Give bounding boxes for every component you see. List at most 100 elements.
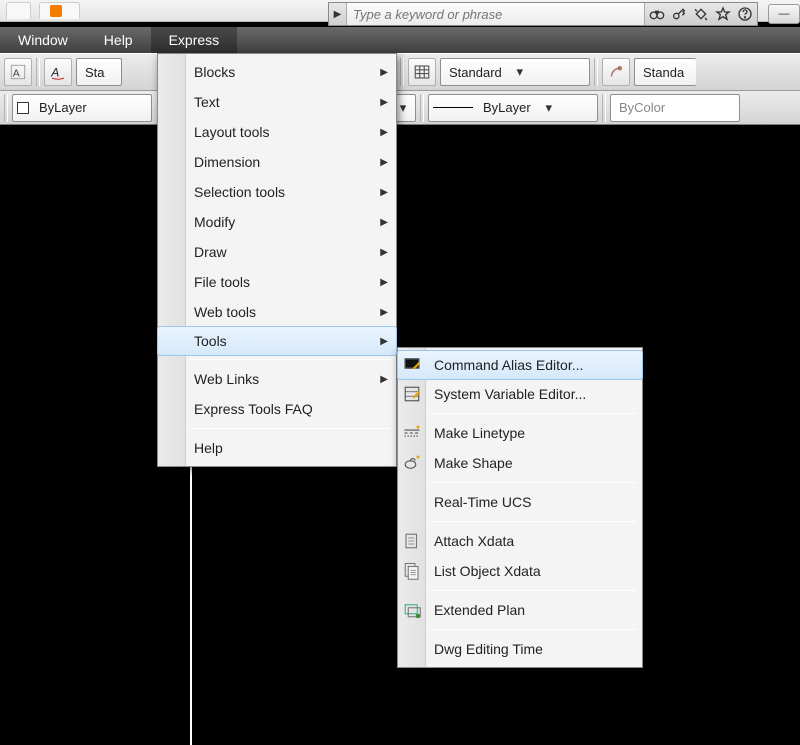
star-icon[interactable] xyxy=(715,6,731,22)
command-alias-icon xyxy=(402,355,422,375)
make-linetype-icon xyxy=(402,423,422,443)
submenu-arrow-icon: ▶ xyxy=(380,307,388,318)
search-icon-tray xyxy=(644,3,757,25)
extended-plan-icon xyxy=(402,600,422,620)
list-xdata-icon xyxy=(402,561,422,581)
binoculars-icon[interactable] xyxy=(649,6,665,22)
toolbar-layers: ByLayer ▾ ByLayer ▾ ByColor xyxy=(0,91,800,125)
minimize-button[interactable]: — xyxy=(768,4,800,24)
dimstyle-combo[interactable]: Standa xyxy=(634,58,696,86)
submenu-arrow-icon: ▶ xyxy=(380,127,388,138)
plotstyle-combo-label: ByColor xyxy=(615,100,669,115)
key-icon[interactable] xyxy=(671,6,687,22)
menu-item-label: Web Links xyxy=(194,371,259,387)
submenu-arrow-icon: ▶ xyxy=(380,217,388,228)
menu-item-label: Modify xyxy=(194,214,235,230)
textstyle-icon-button[interactable]: A xyxy=(4,58,32,86)
submenu-make-linetype[interactable]: Make Linetype xyxy=(398,418,642,448)
toolbar-styles: A A Sta ▾ Standard ▾ Standa xyxy=(0,53,800,91)
search-input[interactable] xyxy=(347,7,644,22)
menu-item-modify[interactable]: Modify ▶ xyxy=(158,207,396,237)
submenu-make-shape[interactable]: Make Shape xyxy=(398,448,642,478)
layer-combo[interactable]: ByLayer xyxy=(12,94,152,122)
satellite-icon[interactable] xyxy=(693,6,709,22)
make-shape-icon xyxy=(402,453,422,473)
help-icon[interactable] xyxy=(737,6,753,22)
submenu-command-alias-editor[interactable]: Command Alias Editor... xyxy=(397,350,643,380)
menu-item-layout-tools[interactable]: Layout tools ▶ xyxy=(158,117,396,147)
tools-submenu-panel: Command Alias Editor... System Variable … xyxy=(397,347,643,668)
menu-item-draw[interactable]: Draw ▶ xyxy=(158,237,396,267)
layer-color-swatch-icon xyxy=(17,102,29,114)
linetype-combo[interactable]: ByLayer ▾ xyxy=(428,94,598,122)
tablestyle-combo-label: Standard xyxy=(445,65,506,80)
menu-item-label: Attach Xdata xyxy=(434,533,514,549)
tablestyle-combo[interactable]: Standard ▾ xyxy=(440,58,590,86)
menu-item-label: Dimension xyxy=(194,154,260,170)
submenu-arrow-icon: ▶ xyxy=(380,374,388,385)
menu-separator xyxy=(190,359,390,360)
submenu-arrow-icon: ▶ xyxy=(380,277,388,288)
submenu-dwg-editing-time[interactable]: Dwg Editing Time xyxy=(398,634,642,664)
menu-separator xyxy=(430,629,636,630)
menu-item-dimension[interactable]: Dimension▶ xyxy=(158,147,396,177)
tablestyle-icon-button[interactable] xyxy=(408,58,436,86)
textstyle-combo-1[interactable]: Sta xyxy=(76,58,122,86)
submenu-arrow-icon: ▶ xyxy=(380,67,388,78)
textstyle-combo-1-label: Sta xyxy=(81,65,109,80)
menu-window[interactable]: Window xyxy=(0,27,86,53)
menu-item-label: Web tools xyxy=(194,304,256,320)
search-box: ▶ xyxy=(328,2,758,26)
dimstyle-icon-button[interactable] xyxy=(602,58,630,86)
linetype-preview-icon xyxy=(433,107,473,108)
menu-help[interactable]: Help xyxy=(86,27,151,53)
submenu-list-object-xdata[interactable]: List Object Xdata xyxy=(398,556,642,586)
background-tab-2[interactable] xyxy=(39,2,80,19)
menu-item-web-links[interactable]: Web Links ▶ xyxy=(158,364,396,394)
menu-item-label: List Object Xdata xyxy=(434,563,541,579)
linetype-combo-label: ByLayer xyxy=(479,100,535,115)
menu-separator xyxy=(430,482,636,483)
menu-item-label: Help xyxy=(194,440,223,456)
menu-item-label: Tools xyxy=(194,333,227,349)
toolbar-separator xyxy=(400,58,404,86)
menu-express[interactable]: Express xyxy=(151,27,238,53)
menu-item-selection-tools[interactable]: Selection tools ▶ xyxy=(158,177,396,207)
menu-item-label: Extended Plan xyxy=(434,602,525,618)
submenu-arrow-icon: ▶ xyxy=(380,247,388,258)
menu-item-label: Draw xyxy=(194,244,227,260)
submenu-arrow-icon: ▶ xyxy=(380,187,388,198)
submenu-extended-plan[interactable]: Extended Plan xyxy=(398,595,642,625)
submenu-realtime-ucs[interactable]: Real-Time UCS xyxy=(398,487,642,517)
menu-item-express-help[interactable]: Help xyxy=(158,433,396,463)
menu-item-web-tools[interactable]: Web tools ▶ xyxy=(158,297,396,327)
submenu-arrow-icon: ▶ xyxy=(380,336,388,347)
menu-item-file-tools[interactable]: File tools▶ xyxy=(158,267,396,297)
window-control-buttons: — xyxy=(766,4,800,24)
toolbar-separator xyxy=(594,58,598,86)
submenu-system-variable-editor[interactable]: System Variable Editor... xyxy=(398,379,642,409)
background-tab-1[interactable] xyxy=(6,2,31,19)
svg-text:A: A xyxy=(50,66,59,80)
menu-separator xyxy=(190,428,390,429)
toolbar-separator xyxy=(36,58,40,86)
search-history-arrow-icon[interactable]: ▶ xyxy=(329,3,347,25)
dimstyle-combo-label: Standa xyxy=(639,65,688,80)
dropdown-arrow-icon: ▾ xyxy=(512,64,528,80)
menu-item-blocks[interactable]: Blocks ▶ xyxy=(158,57,396,87)
menu-item-label: Layout tools xyxy=(194,124,270,140)
menu-item-tools[interactable]: Tools ▶ xyxy=(157,326,397,356)
menu-item-express-faq[interactable]: Express Tools FAQ xyxy=(158,394,396,424)
toolbar-separator xyxy=(4,94,8,122)
menu-item-label: Selection tools xyxy=(194,184,285,200)
menu-item-label: Express Tools FAQ xyxy=(194,401,313,417)
plotstyle-combo[interactable]: ByColor xyxy=(610,94,740,122)
textstyle-a-icon[interactable]: A xyxy=(44,58,72,86)
submenu-attach-xdata[interactable]: Attach Xdata xyxy=(398,526,642,556)
menu-item-label: Real-Time UCS xyxy=(434,494,532,510)
menu-item-label: Blocks xyxy=(194,64,235,80)
dropdown-arrow-icon: ▾ xyxy=(395,100,411,116)
layer-combo-label: ByLayer xyxy=(35,100,91,115)
dropdown-arrow-icon: ▾ xyxy=(541,100,557,116)
menu-item-text[interactable]: Text▶ xyxy=(158,87,396,117)
